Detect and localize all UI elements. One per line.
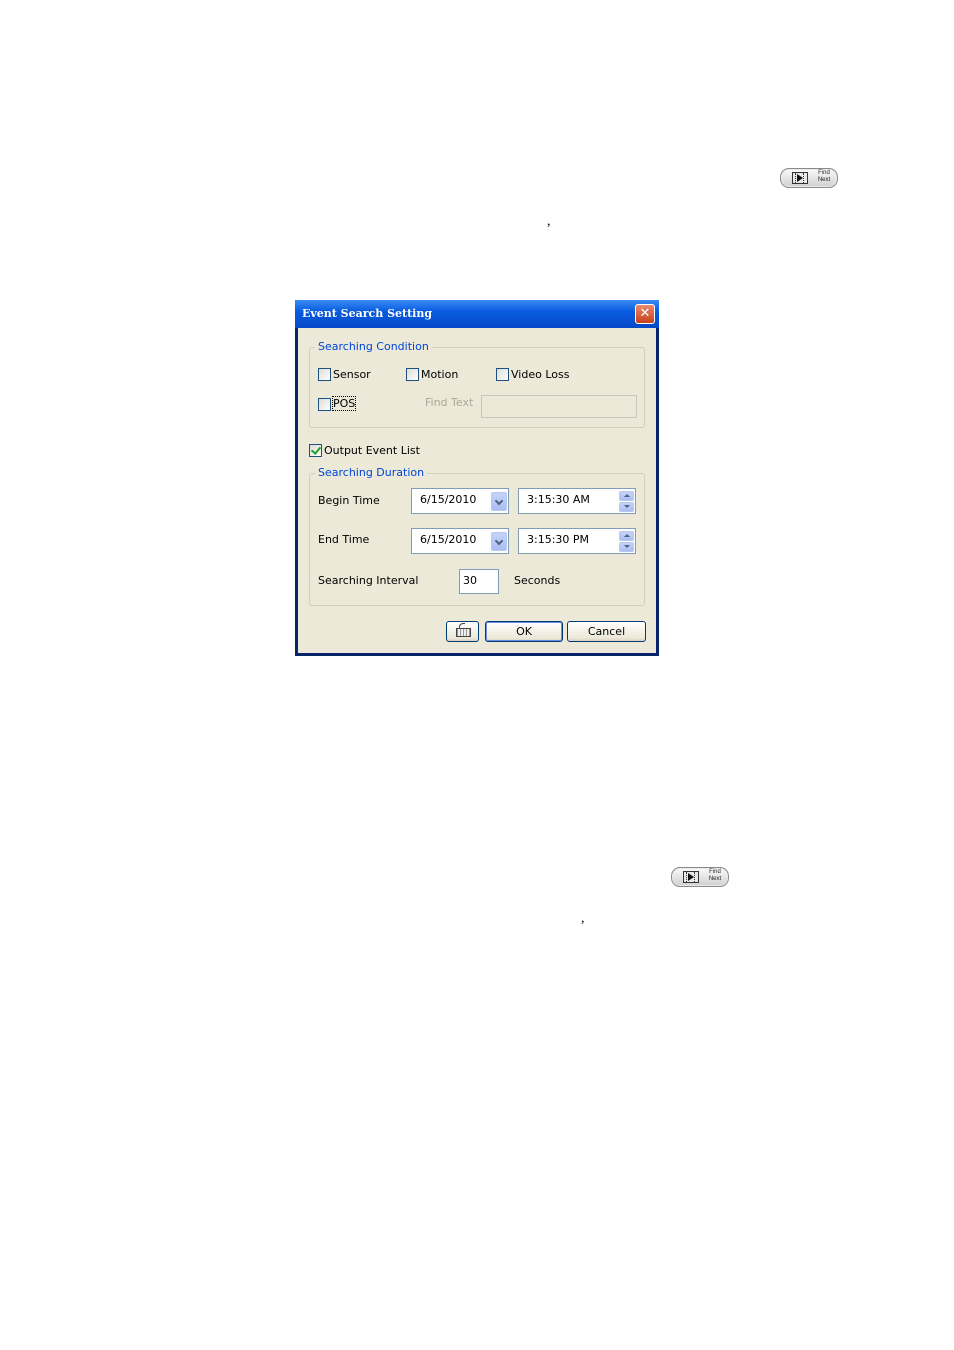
title-bar: Event Search Setting ✕ xyxy=(295,300,659,328)
text-comma: , xyxy=(547,214,551,229)
output-event-list-label: Output Event List xyxy=(324,444,420,457)
sensor-label: Sensor xyxy=(333,368,371,381)
chevron-down-icon[interactable] xyxy=(491,492,507,511)
spin-down-icon[interactable] xyxy=(619,542,634,552)
searching-duration-legend: Searching Duration xyxy=(315,466,428,479)
begin-time-spinner[interactable]: 3:15:30 AM xyxy=(518,488,636,514)
video-loss-label: Video Loss xyxy=(511,368,570,381)
motion-label: Motion xyxy=(421,368,459,381)
find-next-label: Find Next xyxy=(708,869,722,882)
keyboard-button[interactable] xyxy=(446,621,479,642)
event-search-setting-dialog: Event Search Setting ✕ Searching Conditi… xyxy=(295,300,659,656)
find-next-button-top[interactable]: Find Next xyxy=(780,168,838,188)
find-next-label: Find Next xyxy=(817,170,831,183)
cancel-button[interactable]: Cancel xyxy=(567,621,646,642)
begin-date-picker[interactable]: 6/15/2010 xyxy=(411,488,509,514)
searching-interval-label: Searching Interval xyxy=(318,574,419,587)
pos-checkbox[interactable] xyxy=(318,398,331,411)
close-button[interactable]: ✕ xyxy=(635,304,655,324)
find-text-input[interactable] xyxy=(481,395,637,418)
end-time-label: End Time xyxy=(318,533,370,546)
close-icon: ✕ xyxy=(639,306,651,321)
play-triangle-icon xyxy=(688,873,694,881)
spin-up-icon[interactable] xyxy=(619,491,634,501)
seconds-label: Seconds xyxy=(514,574,561,587)
ok-button[interactable]: OK xyxy=(485,621,563,642)
sensor-checkbox[interactable] xyxy=(318,368,331,381)
spin-up-icon[interactable] xyxy=(619,531,634,541)
spin-down-icon[interactable] xyxy=(619,502,634,512)
end-time-value: 3:15:30 PM xyxy=(527,533,590,546)
dialog-title: Event Search Setting xyxy=(302,307,433,320)
play-triangle-icon xyxy=(797,174,803,182)
searching-condition-legend: Searching Condition xyxy=(315,340,432,353)
find-text-label: Find Text xyxy=(425,396,474,409)
output-event-list-checkbox[interactable] xyxy=(309,444,322,457)
chevron-down-icon[interactable] xyxy=(491,532,507,551)
dialog-body: Searching Condition Sensor Motion Video … xyxy=(298,328,656,653)
begin-time-value: 3:15:30 AM xyxy=(527,493,590,506)
begin-time-label: Begin Time xyxy=(318,494,380,507)
begin-date-value: 6/15/2010 xyxy=(420,493,477,506)
end-date-picker[interactable]: 6/15/2010 xyxy=(411,528,509,554)
keyboard-icon xyxy=(456,623,471,637)
end-time-spinner[interactable]: 3:15:30 PM xyxy=(518,528,636,554)
pos-label: POS xyxy=(331,396,357,411)
searching-interval-input[interactable]: 30 xyxy=(459,569,499,594)
find-next-button-bottom[interactable]: Find Next xyxy=(671,867,729,887)
text-comma: , xyxy=(581,911,585,926)
end-date-value: 6/15/2010 xyxy=(420,533,477,546)
video-loss-checkbox[interactable] xyxy=(496,368,509,381)
motion-checkbox[interactable] xyxy=(406,368,419,381)
